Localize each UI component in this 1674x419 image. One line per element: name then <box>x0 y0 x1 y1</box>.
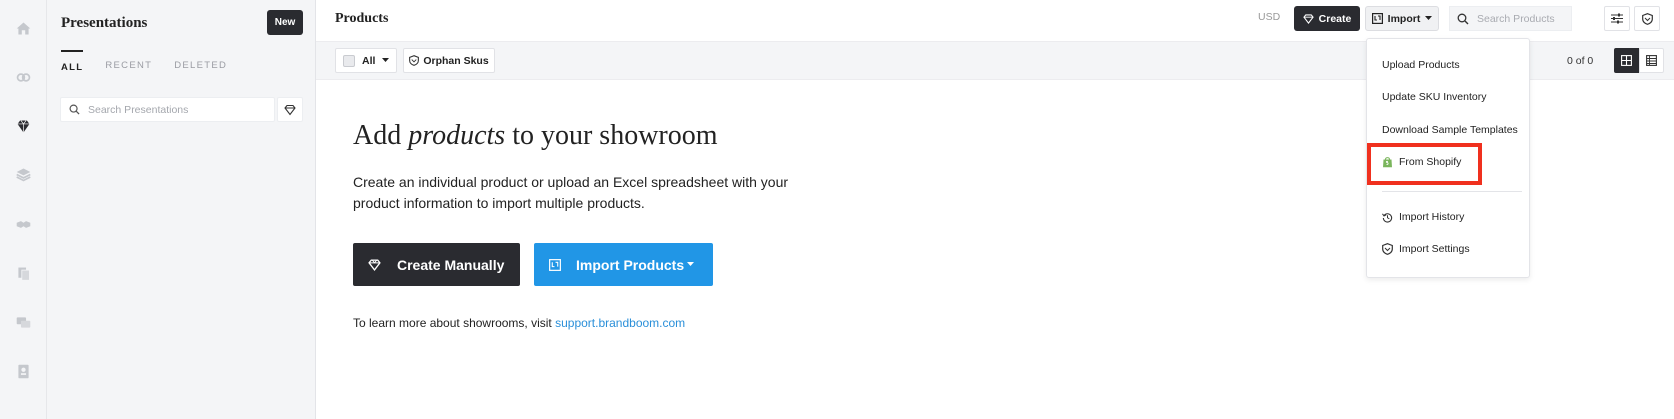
search-icon <box>1457 13 1469 24</box>
documents-icon[interactable] <box>12 262 34 284</box>
link-icon[interactable] <box>12 66 34 88</box>
search-presentations-input[interactable]: Search Presentations <box>60 97 275 122</box>
caret-down-icon <box>1425 16 1433 20</box>
page-title: Products <box>335 11 389 26</box>
presentations-panel: Presentations New ALL RECENT DELETED Sea… <box>47 0 316 419</box>
shield-icon <box>1641 12 1653 25</box>
search-presentations-placeholder: Search Presentations <box>88 103 189 116</box>
select-all-label: All <box>362 54 376 67</box>
top-header: Products USD Create Import Search Produc… <box>316 0 1674 42</box>
list-view-button[interactable] <box>1639 48 1664 73</box>
chat-icon[interactable] <box>12 311 34 333</box>
caret-down-icon <box>687 262 695 266</box>
currency-label[interactable]: USD <box>1258 11 1280 23</box>
history-icon <box>1382 212 1393 223</box>
diamond-icon <box>1302 13 1314 24</box>
new-presentation-button[interactable]: New <box>267 10 303 35</box>
support-link[interactable]: support.brandboom.com <box>555 316 685 330</box>
grid-view-button[interactable] <box>1614 48 1639 73</box>
import-settings-label: Import Settings <box>1399 243 1470 255</box>
menu-upload-products[interactable]: Upload Products <box>1382 59 1460 71</box>
presentation-filter-button[interactable] <box>277 97 303 122</box>
sliders-icon <box>1611 13 1623 24</box>
import-dropdown-button[interactable]: Import <box>1365 6 1439 31</box>
contacts-icon[interactable] <box>12 360 34 382</box>
menu-import-history[interactable]: Import History <box>1382 211 1464 223</box>
tab-deleted[interactable]: DELETED <box>174 50 227 79</box>
menu-update-sku-inventory[interactable]: Update SKU Inventory <box>1382 91 1486 103</box>
orphan-skus-label: Orphan Skus <box>423 54 489 67</box>
grid-icon <box>1621 55 1632 66</box>
home-icon[interactable] <box>12 17 34 39</box>
search-products-input[interactable]: Search Products <box>1449 6 1572 31</box>
tab-recent[interactable]: RECENT <box>105 50 152 79</box>
select-all-dropdown[interactable]: All <box>335 48 397 73</box>
menu-divider <box>1382 191 1522 192</box>
empty-state-description: Create an individual product or upload a… <box>353 174 789 211</box>
icon-rail <box>0 0 47 419</box>
title-part-1: Add <box>353 120 409 151</box>
empty-state-title: Add products to your showroom <box>353 120 718 152</box>
import-icon <box>549 258 561 271</box>
title-part-3: to your showroom <box>505 120 718 151</box>
shield-icon <box>1382 243 1393 255</box>
import-button-label: Import <box>1387 12 1421 25</box>
diamond-icon[interactable] <box>12 115 34 137</box>
import-products-button[interactable]: Import Products <box>534 243 713 286</box>
panel-title: Presentations <box>61 15 148 31</box>
filter-settings-button[interactable] <box>1604 6 1630 31</box>
learn-more-text: To learn more about showrooms, visit sup… <box>353 316 685 330</box>
select-all-checkbox[interactable] <box>343 54 355 67</box>
handshake-icon[interactable] <box>12 213 34 235</box>
layers-icon[interactable] <box>12 163 34 185</box>
create-manually-button[interactable]: Create Manually <box>353 243 520 286</box>
caret-down-icon <box>382 58 390 62</box>
title-part-2: products <box>408 120 506 151</box>
create-button[interactable]: Create <box>1294 6 1360 31</box>
shield-icon <box>409 55 420 66</box>
import-products-label: Import Products <box>576 256 685 273</box>
learn-more-prefix: To learn more about showrooms, visit <box>353 316 556 330</box>
import-history-label: Import History <box>1399 211 1465 223</box>
orphan-skus-button[interactable]: Orphan Skus <box>403 48 495 73</box>
create-manually-label: Create Manually <box>397 256 505 273</box>
diamond-icon <box>368 258 381 271</box>
search-icon <box>69 104 80 115</box>
filter-diamond-icon <box>284 104 296 115</box>
search-products-placeholder: Search Products <box>1477 12 1555 25</box>
highlight-box <box>1367 143 1482 185</box>
menu-download-sample-templates[interactable]: Download Sample Templates <box>1382 124 1518 136</box>
list-icon <box>1646 55 1657 66</box>
menu-import-settings[interactable]: Import Settings <box>1382 243 1470 255</box>
import-icon <box>1371 13 1383 24</box>
tab-all[interactable]: ALL <box>61 50 84 79</box>
create-button-label: Create <box>1318 12 1352 25</box>
orphan-filter-button[interactable] <box>1634 6 1660 31</box>
presentation-tabs: ALL RECENT DELETED <box>61 50 249 79</box>
product-count: 0 of 0 <box>1567 55 1594 67</box>
